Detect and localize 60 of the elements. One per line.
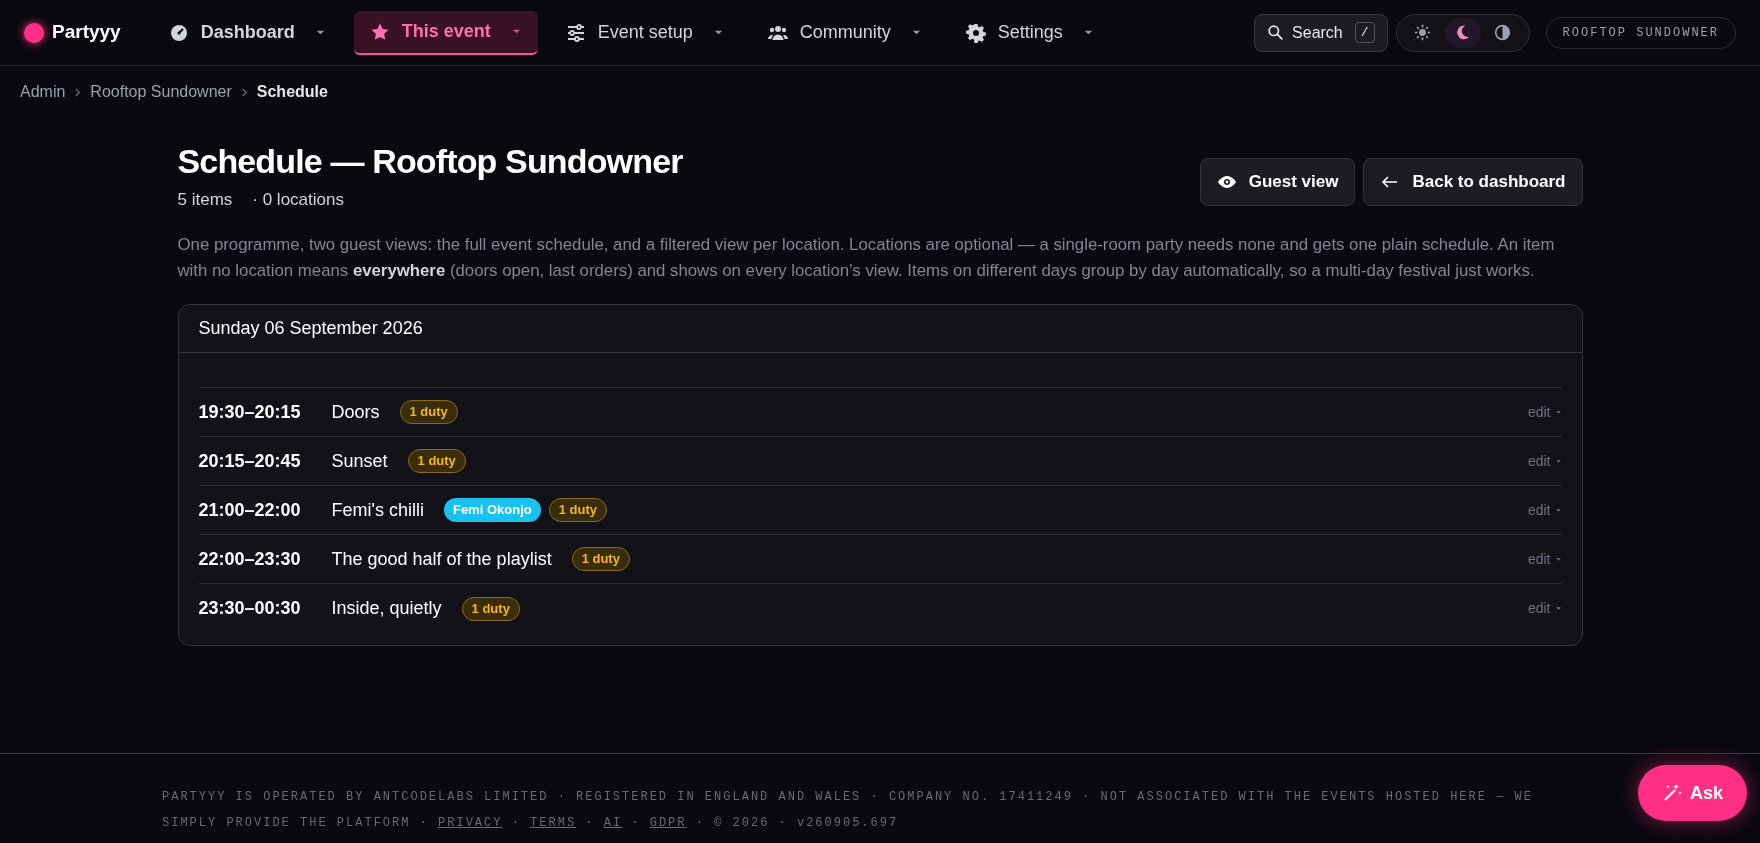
- gear-icon: [965, 22, 986, 43]
- duty-badge: 1 duty: [407, 449, 466, 473]
- day-heading: Sunday 06 September 2026: [178, 305, 1582, 353]
- edit-menu-button[interactable]: edit: [1527, 499, 1562, 521]
- location-count: · 0 locations: [252, 188, 344, 211]
- breadcrumb-current: Schedule: [256, 82, 328, 102]
- nav-tab[interactable]: Community: [751, 10, 938, 55]
- caret-icon: [1554, 555, 1562, 563]
- edit-menu-button[interactable]: edit: [1527, 598, 1562, 619]
- item-title: The good half of the playlist: [331, 547, 552, 571]
- caret-icon: [1554, 408, 1562, 416]
- footer-link[interactable]: PRIVACY: [438, 816, 503, 830]
- time-range: 21:00–22:00: [198, 498, 302, 522]
- nav-tab[interactable]: Dashboard: [152, 10, 342, 55]
- nav-tab[interactable]: This event: [353, 10, 538, 55]
- sun-icon: [1414, 24, 1432, 41]
- edit-menu-button[interactable]: edit: [1527, 450, 1562, 472]
- duty-badge: 1 duty: [461, 596, 520, 621]
- contrast-icon: [1494, 24, 1512, 41]
- chevron-right-icon: [73, 87, 83, 97]
- footer-link[interactable]: TERMS: [530, 816, 577, 830]
- nav-tab[interactable]: Event setup: [549, 10, 740, 55]
- edit-menu-button[interactable]: edit: [1527, 401, 1562, 423]
- description: One programme, two guest views: the full event schedule, and a filtered view per location. Locations are optional — a single-room party needs none and gets one plain schedule. An item with no location means everywhere (doors open, last orders) and shows on every location's view. Items on different days group by day automatically, so a multi-day festival just works.: [177, 234, 1556, 282]
- edit-menu-button[interactable]: edit: [1527, 548, 1562, 570]
- shortcut-key: /: [1354, 21, 1375, 44]
- item-title: Sunset: [331, 449, 388, 473]
- item-count: 5 items: [177, 188, 233, 211]
- breadcrumb-link[interactable]: Rooftop Sundowner: [90, 80, 232, 104]
- item-title: Inside, quietly: [331, 597, 442, 620]
- caret-icon: [1554, 457, 1562, 465]
- search-button[interactable]: Search /: [1254, 13, 1388, 52]
- time-range: 19:30–20:15: [198, 400, 302, 424]
- guest-view-button[interactable]: Guest view: [1199, 158, 1356, 206]
- item-title: Femi's chilli: [331, 498, 424, 522]
- duty-badge: 1 duty: [571, 547, 630, 571]
- ask-button[interactable]: Ask: [1637, 765, 1747, 821]
- nav-tab[interactable]: Settings: [949, 10, 1110, 55]
- footer-text: PARTYYY IS OPERATED BY ANTCODELABS LIMITED · REGISTERED IN ENGLAND AND WALES · COMPANY NO. 17411249 · NOT ASSOCIATED WITH THE EVENTS HOSTED HERE — WE SIMPLY PROVIDE THE PLATFORM · PRIVACY · TERMS · AI · GDPR · © 2026 · v260905.697: [162, 789, 1534, 832]
- logo-icon: [24, 22, 44, 43]
- person-badge: Femi Okonjo: [443, 498, 541, 522]
- theme-option[interactable]: [1444, 17, 1481, 48]
- search-icon: [1267, 24, 1285, 41]
- page-title: Schedule — Rooftop Sundowner: [177, 141, 683, 182]
- chevron-right-icon: [239, 87, 249, 97]
- footer-link[interactable]: GDPR: [649, 816, 687, 830]
- caret-icon: [1554, 605, 1562, 612]
- time-range: 23:30–00:30: [198, 597, 302, 620]
- time-range: 20:15–20:45: [198, 449, 302, 473]
- brand-name[interactable]: Partyyy: [52, 18, 121, 47]
- item-title: Doors: [331, 400, 380, 424]
- caret-icon: [1554, 506, 1562, 514]
- gauge-icon: [168, 22, 189, 43]
- sliders-icon: [565, 22, 586, 43]
- breadcrumb-link[interactable]: Admin: [20, 80, 66, 104]
- duty-badge: 1 duty: [548, 498, 607, 522]
- duty-badge: 1 duty: [399, 400, 458, 424]
- footer-link[interactable]: AI: [603, 816, 623, 830]
- back-button[interactable]: Back to dashboard: [1363, 158, 1583, 206]
- time-range: 22:00–23:30: [198, 547, 302, 571]
